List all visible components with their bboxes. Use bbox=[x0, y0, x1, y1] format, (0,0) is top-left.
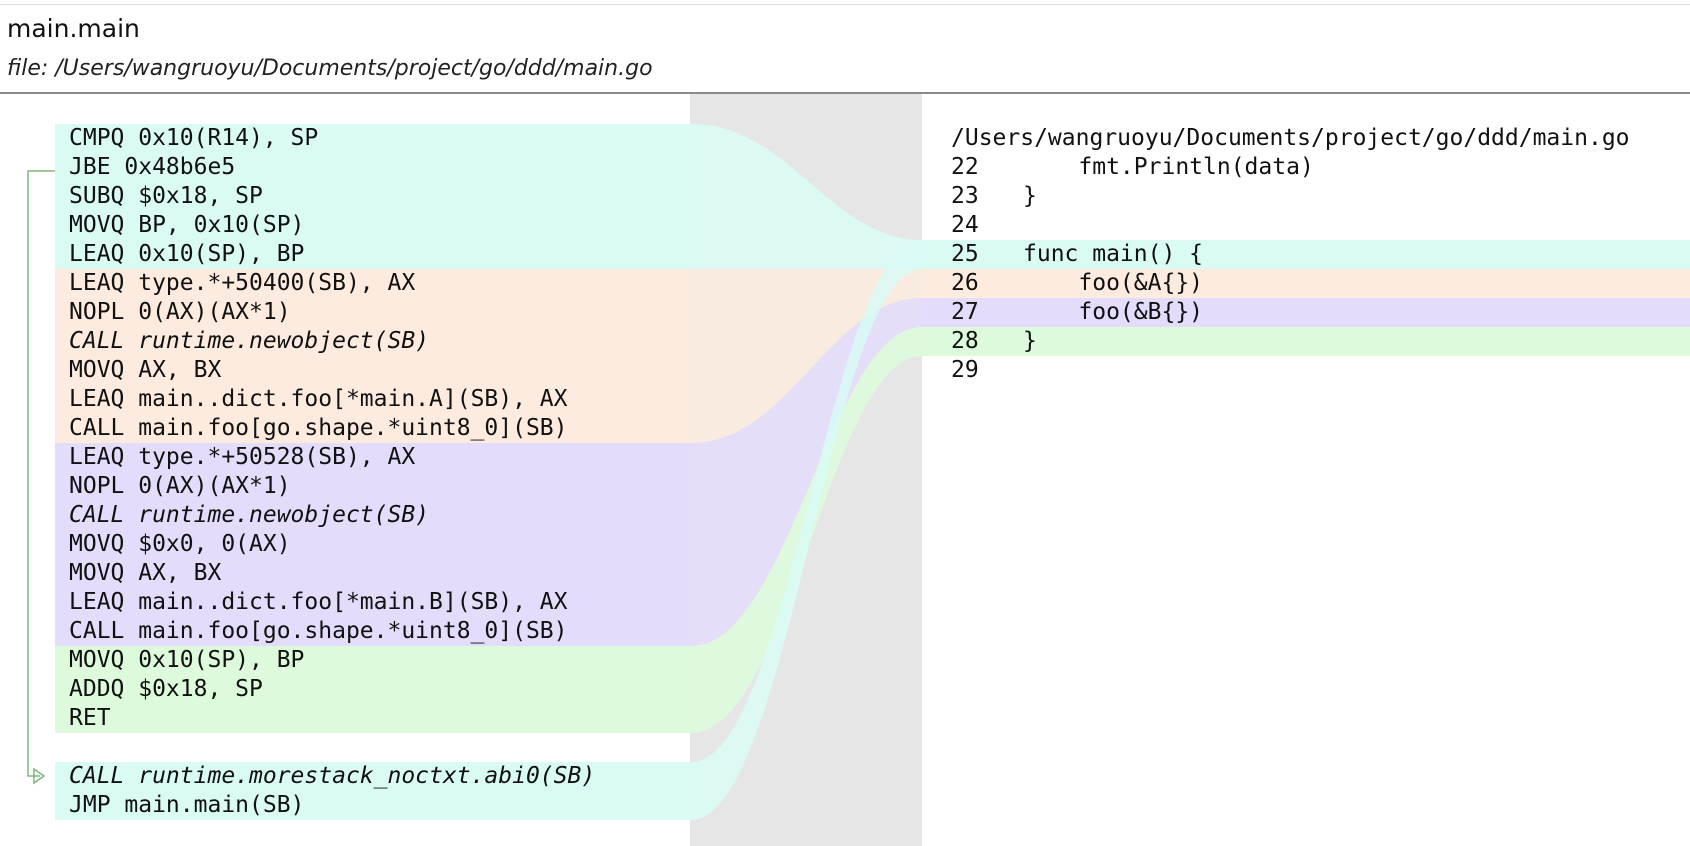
source-code: func main() { bbox=[1023, 241, 1204, 267]
asm-instruction[interactable]: ADDQ $0x18, SP bbox=[55, 675, 691, 704]
flow-ribbon-line-25 bbox=[691, 124, 922, 269]
asm-instruction[interactable]: CALL runtime.newobject(SB) bbox=[55, 501, 691, 530]
line-number: 24 bbox=[951, 212, 979, 238]
source-code: fmt.Println(data) bbox=[1023, 154, 1314, 180]
source-line[interactable]: 25 func main() { bbox=[922, 240, 1690, 269]
source-line[interactable]: 22 fmt.Println(data) bbox=[922, 153, 1690, 182]
asm-instruction[interactable]: NOPL 0(AX)(AX*1) bbox=[55, 298, 691, 327]
source-code: foo(&B{}) bbox=[1023, 299, 1204, 325]
asm-instruction[interactable]: CALL runtime.morestack_noctxt.abi0(SB) bbox=[55, 762, 691, 791]
asm-instruction[interactable]: SUBQ $0x18, SP bbox=[55, 182, 691, 211]
line-number: 28 bbox=[951, 328, 979, 354]
asm-instruction[interactable]: NOPL 0(AX)(AX*1) bbox=[55, 472, 691, 501]
source-line[interactable]: 23} bbox=[922, 182, 1690, 211]
jump-arrow-icon bbox=[27, 170, 55, 785]
source-line[interactable]: 29 bbox=[922, 356, 1690, 385]
asm-instruction[interactable]: MOVQ AX, BX bbox=[55, 356, 691, 385]
source-line[interactable]: 24 bbox=[922, 211, 1690, 240]
line-number: 29 bbox=[951, 357, 979, 383]
asm-instruction[interactable]: LEAQ 0x10(SP), BP bbox=[55, 240, 691, 269]
source-line[interactable]: 28} bbox=[922, 327, 1690, 356]
asm-instruction[interactable]: CMPQ 0x10(R14), SP bbox=[55, 124, 691, 153]
asm-instruction[interactable]: CALL main.foo[go.shape.*uint8_0](SB) bbox=[55, 414, 691, 443]
source-listing: /Users/wangruoyu/Documents/project/go/dd… bbox=[922, 124, 1690, 385]
asm-instruction[interactable]: CALL runtime.newobject(SB) bbox=[55, 327, 691, 356]
asm-instruction[interactable]: MOVQ AX, BX bbox=[55, 559, 691, 588]
asm-instruction[interactable]: LEAQ type.*+50528(SB), AX bbox=[55, 443, 691, 472]
asm-instruction[interactable]: MOVQ $0x0, 0(AX) bbox=[55, 530, 691, 559]
line-number: 25 bbox=[951, 241, 979, 267]
line-number: 23 bbox=[951, 183, 979, 209]
asm-instruction[interactable]: LEAQ type.*+50400(SB), AX bbox=[55, 269, 691, 298]
source-code: foo(&A{}) bbox=[1023, 270, 1204, 296]
asm-instruction[interactable]: JBE 0x48b6e5 bbox=[55, 153, 691, 182]
source-line[interactable]: 26 foo(&A{}) bbox=[922, 269, 1690, 298]
asm-instruction[interactable]: LEAQ main..dict.foo[*main.A](SB), AX bbox=[55, 385, 691, 414]
line-number: 27 bbox=[951, 299, 979, 325]
asm-instruction[interactable]: JMP main.main(SB) bbox=[55, 791, 691, 820]
source-code: } bbox=[1023, 183, 1037, 209]
source-code: } bbox=[1023, 328, 1037, 354]
source-line[interactable]: 27 foo(&B{}) bbox=[922, 298, 1690, 327]
asm-spacer bbox=[55, 733, 691, 762]
assembly-listing: CMPQ 0x10(R14), SP JBE 0x48b6e5 SUBQ $0x18… bbox=[55, 124, 691, 820]
asm-instruction[interactable]: MOVQ BP, 0x10(SP) bbox=[55, 211, 691, 240]
line-number: 26 bbox=[951, 270, 979, 296]
asm-instruction[interactable]: LEAQ main..dict.foo[*main.B](SB), AX bbox=[55, 588, 691, 617]
asm-instruction[interactable]: MOVQ 0x10(SP), BP bbox=[55, 646, 691, 675]
line-number: 22 bbox=[951, 154, 979, 180]
asm-instruction[interactable]: RET bbox=[55, 704, 691, 733]
asm-instruction[interactable]: CALL main.foo[go.shape.*uint8_0](SB) bbox=[55, 617, 691, 646]
source-file-path: /Users/wangruoyu/Documents/project/go/dd… bbox=[951, 125, 1630, 151]
